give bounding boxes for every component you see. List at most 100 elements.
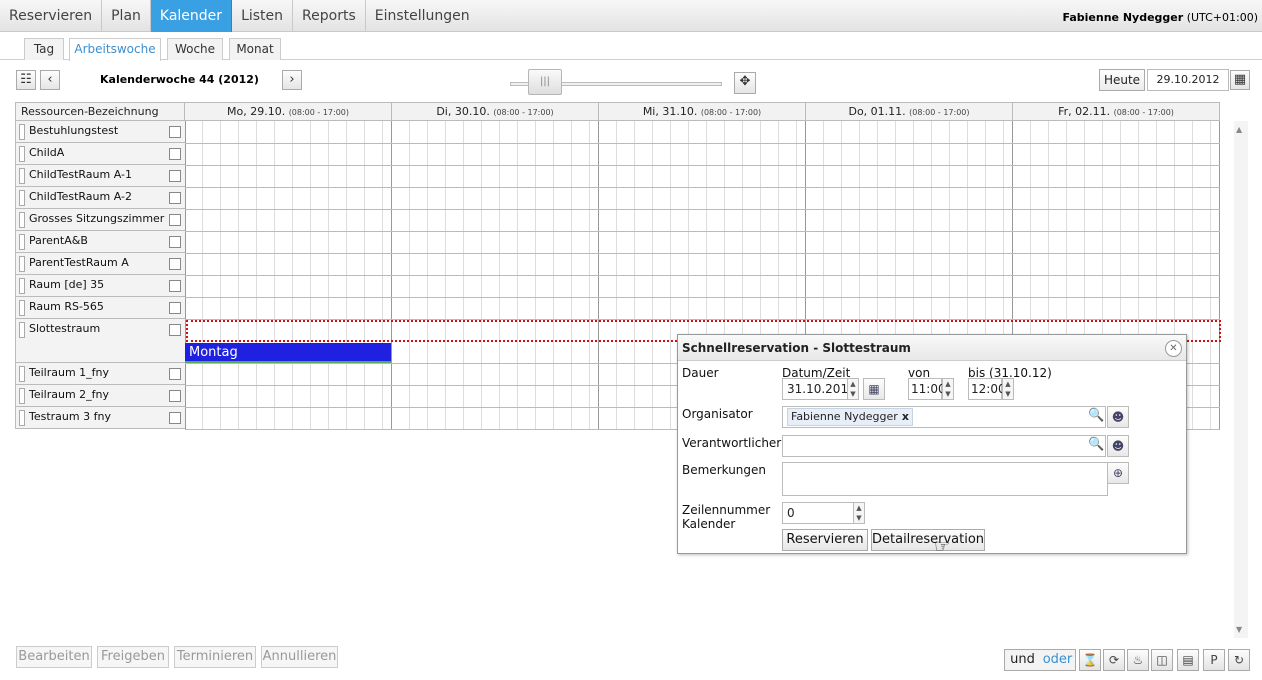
- tab-monat[interactable]: Monat: [229, 38, 281, 60]
- search-icon[interactable]: 🔍: [1088, 437, 1104, 452]
- resource-checkbox[interactable]: [169, 258, 181, 270]
- tab-tag[interactable]: Tag: [24, 38, 64, 60]
- menu-kalender[interactable]: Kalender: [150, 0, 233, 32]
- resource-name: ParentTestRaum A: [29, 256, 129, 269]
- person-icon[interactable]: ☻: [1107, 435, 1129, 457]
- von-stepper[interactable]: ▲ ▼: [942, 378, 954, 400]
- book-icon[interactable]: ☷: [16, 70, 36, 90]
- user-name: Fabienne Nydegger: [1062, 11, 1184, 24]
- resource-row[interactable]: Testraum 3 fny: [15, 407, 185, 429]
- catering-icon[interactable]: ♨: [1127, 649, 1149, 671]
- date-field[interactable]: 29.10.2012: [1147, 69, 1229, 91]
- scroll-up-icon[interactable]: ▲: [1236, 125, 1242, 134]
- resource-row[interactable]: Teilraum 1_fny: [15, 363, 185, 385]
- resource-row[interactable]: ChildTestRaum A-2: [15, 187, 185, 209]
- annullieren-button[interactable]: Annullieren: [261, 646, 338, 668]
- logic-toggle: und oder: [1004, 649, 1076, 671]
- move-icon[interactable]: ✥: [734, 72, 756, 94]
- day-label: Mi, 31.10.: [642, 105, 698, 118]
- resource-checkbox[interactable]: [169, 368, 181, 380]
- resource-row[interactable]: Slottestraum: [15, 319, 185, 363]
- day-header-fr: Fr, 02.11. (08:00 - 17:00): [1013, 102, 1220, 121]
- resource-row[interactable]: Grosses Sitzungszimmer: [15, 209, 185, 231]
- grid-row-line: [185, 253, 1220, 254]
- resource-checkbox[interactable]: [169, 324, 181, 336]
- menu-reservieren[interactable]: Reservieren: [0, 0, 103, 32]
- day-label: Do, 01.11.: [848, 105, 906, 118]
- bemerkungen-field[interactable]: [782, 462, 1108, 496]
- resource-row[interactable]: ParentTestRaum A: [15, 253, 185, 275]
- menu-plan[interactable]: Plan: [102, 0, 151, 32]
- resource-row[interactable]: ChildTestRaum A-1: [15, 165, 185, 187]
- today-button[interactable]: Heute: [1099, 69, 1145, 91]
- bearbeiten-button[interactable]: Bearbeiten: [16, 646, 92, 668]
- zoom-icon[interactable]: ⊕: [1107, 462, 1129, 484]
- event-montag[interactable]: Montag: [185, 343, 391, 363]
- person-icon[interactable]: ☻: [1107, 406, 1129, 428]
- close-icon[interactable]: ✕: [1165, 340, 1182, 357]
- resource-color-bar: [19, 256, 25, 272]
- day-header-do: Do, 01.11. (08:00 - 17:00): [806, 102, 1013, 121]
- tab-arbeitswoche[interactable]: Arbeitswoche: [69, 38, 161, 61]
- resource-row[interactable]: Bestuhlungstest: [15, 121, 185, 143]
- date-stepper[interactable]: ▲ ▼: [847, 378, 859, 400]
- zeilennummer-stepper[interactable]: ▲ ▼: [853, 502, 865, 524]
- verantwortlicher-field[interactable]: [782, 435, 1106, 457]
- resource-checkbox[interactable]: [169, 214, 181, 226]
- zeilennummer-input[interactable]: 0: [782, 502, 854, 524]
- menu-listen[interactable]: Listen: [232, 0, 294, 32]
- previous-week-button[interactable]: ‹: [40, 70, 60, 90]
- day-header-mi: Mi, 31.10. (08:00 - 17:00): [599, 102, 806, 121]
- vertical-scrollbar[interactable]: ▲ ▼: [1234, 121, 1248, 638]
- scroll-down-icon[interactable]: ▼: [1236, 625, 1242, 634]
- resource-checkbox[interactable]: [169, 170, 181, 182]
- resource-row[interactable]: Teilraum 2_fny: [15, 385, 185, 407]
- remove-tag-icon[interactable]: x: [902, 410, 909, 423]
- bemerkungen-label: Bemerkungen: [682, 463, 767, 477]
- search-icon[interactable]: 🔍: [1088, 408, 1104, 423]
- resource-row[interactable]: ChildA: [15, 143, 185, 165]
- menu-reports[interactable]: Reports: [293, 0, 366, 32]
- freigeben-button[interactable]: Freigeben: [97, 646, 169, 668]
- parking-icon[interactable]: P: [1203, 649, 1225, 671]
- calendar-icon[interactable]: ▦: [1230, 70, 1250, 90]
- resource-checkbox[interactable]: [169, 192, 181, 204]
- oder-toggle[interactable]: oder: [1040, 650, 1075, 670]
- resource-checkbox[interactable]: [169, 126, 181, 138]
- bis-input[interactable]: 12:00: [968, 378, 1006, 400]
- grid-row-line: [185, 297, 1220, 298]
- resource-row[interactable]: Raum [de] 35: [15, 275, 185, 297]
- menu-einstellungen[interactable]: Einstellungen: [366, 0, 479, 32]
- resource-checkbox[interactable]: [169, 412, 181, 424]
- grid-row-line: [185, 231, 1220, 232]
- zoom-slider-thumb[interactable]: |||: [528, 69, 562, 95]
- resource-color-bar: [19, 212, 25, 228]
- trash-icon[interactable]: ▤: [1177, 649, 1199, 671]
- und-toggle[interactable]: und: [1005, 650, 1040, 670]
- resource-row[interactable]: Raum RS-565: [15, 297, 185, 319]
- next-week-button[interactable]: ›: [282, 70, 302, 90]
- reservieren-button[interactable]: Reservieren: [782, 529, 868, 551]
- hourglass-icon[interactable]: ⌛: [1079, 649, 1101, 671]
- resource-checkbox[interactable]: [169, 236, 181, 248]
- organisator-tag[interactable]: Fabienne Nydegger x: [787, 408, 913, 426]
- book-view-icon[interactable]: ◫: [1151, 649, 1173, 671]
- resource-checkbox[interactable]: [169, 302, 181, 314]
- bis-stepper[interactable]: ▲ ▼: [1002, 378, 1014, 400]
- app: Reservieren Plan Kalender Listen Reports…: [0, 0, 1262, 680]
- von-input[interactable]: 11:00: [908, 378, 946, 400]
- refresh-icon[interactable]: ⟳: [1103, 649, 1125, 671]
- calendar-picker-icon[interactable]: ▦: [863, 378, 885, 400]
- terminieren-button[interactable]: Terminieren: [174, 646, 256, 668]
- resource-row[interactable]: ParentA&B: [15, 231, 185, 253]
- resource-checkbox[interactable]: [169, 148, 181, 160]
- dauer-label: Dauer: [682, 366, 719, 380]
- date-input[interactable]: 31.10.2012: [782, 378, 856, 400]
- view-tabs: Tag Arbeitswoche Woche Monat: [0, 32, 1262, 61]
- detailreservation-button[interactable]: Detailreservation: [871, 529, 985, 551]
- resource-checkbox[interactable]: [169, 390, 181, 402]
- reload-icon[interactable]: ↻: [1228, 649, 1250, 671]
- day-hours: (08:00 - 17:00): [909, 108, 970, 117]
- resource-checkbox[interactable]: [169, 280, 181, 292]
- tab-woche[interactable]: Woche: [167, 38, 223, 60]
